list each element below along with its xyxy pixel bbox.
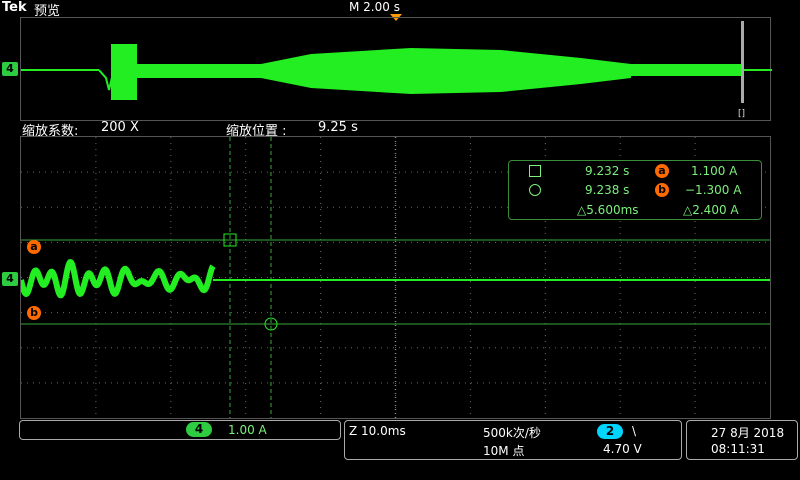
zoom-scale: Z 10.0ms [349, 424, 406, 438]
sample-rate: 500k次/秒 [483, 426, 541, 440]
channel4-badge: 4 [186, 422, 212, 437]
overview-ch4-marker: 4 [2, 62, 18, 76]
cursor-b-icon: b [655, 183, 669, 197]
date: 27 8月 2018 [711, 426, 785, 440]
cursor1-square-icon [529, 165, 541, 177]
trigger-channel-badge: 2 [597, 424, 623, 439]
cursor-delta-time: △5.600ms [577, 203, 639, 217]
overview-waveform: [] [21, 21, 772, 119]
cursor2-circle-icon [529, 184, 541, 196]
cursor-a-marker[interactable]: a [27, 240, 41, 254]
cursor-a-value: 1.100 A [691, 164, 738, 178]
trigger-level: 4.70 V [603, 442, 642, 456]
brand-logo: Tek [2, 0, 27, 15]
trigger-slope-icon: \ [632, 424, 637, 438]
timebase-readout: M 2.00 s [349, 0, 400, 14]
cursor2-time: 9.238 s [585, 183, 630, 197]
time: 08:11:31 [711, 442, 765, 456]
cursor-readout: 9.232 s 9.238 s △5.600ms a b 1.100 A −1.… [508, 160, 762, 220]
cursor1-time: 9.232 s [585, 164, 630, 178]
zoom-position-value: 9.25 s [318, 120, 358, 135]
record-length: 10M 点 [483, 444, 525, 458]
horizontal-settings[interactable]: Z 10.0ms 500k次/秒 10M 点 2 \ 4.70 V [344, 420, 682, 460]
cursor-a-icon: a [655, 164, 669, 178]
cursor-delta-value: △2.400 A [683, 203, 739, 217]
ch4-ground-marker[interactable]: 4 [2, 272, 18, 286]
channel-scale-bar[interactable]: 4 1.00 A [19, 420, 341, 440]
cursor-b-marker[interactable]: b [27, 306, 41, 320]
ch4-waveform-oscillation [18, 258, 216, 299]
datetime-box: 27 8月 2018 08:11:31 [686, 420, 798, 460]
channel4-scale: 1.00 A [228, 423, 267, 437]
svg-text:[]: [] [738, 109, 745, 119]
zoom-factor-value: 200 X [101, 120, 139, 135]
record-overview[interactable]: [] [20, 17, 772, 121]
cursor-b-value: −1.300 A [685, 183, 742, 197]
